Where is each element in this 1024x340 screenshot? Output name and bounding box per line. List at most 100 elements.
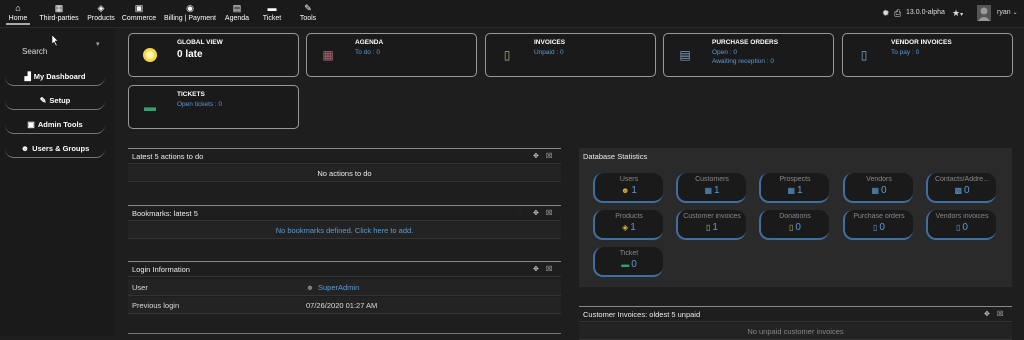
users-icon: ☻ [20,144,30,153]
home-icon: ⌂ [15,3,21,13]
search-select[interactable]: Search [22,47,47,56]
menu-ticket[interactable]: ▬ Ticket [259,3,285,25]
stat-value-row: ▯ 0 [845,222,913,233]
printer-icon[interactable]: ⎙ [894,4,904,22]
briefcase-icon: ▣ [134,3,144,13]
purchase-awaiting-link[interactable]: Awaiting reception : 0 [712,58,774,65]
stat-label: Products [615,213,643,220]
admin-tools-button[interactable]: ▣ Admin Tools [5,116,105,134]
menu-label: Tools [299,15,317,22]
user-icon: ☻ [621,186,630,195]
invoices-box[interactable]: ▯ INVOICES Unpaid : 0 [485,33,656,77]
global-view-box[interactable]: GLOBAL VIEW 0 late [128,33,299,77]
menu-tools[interactable]: ✎ Tools [296,3,320,25]
menu-billing[interactable]: ◉ Billing | Payment [163,3,217,25]
menu-products[interactable]: ◈ Products [86,3,116,25]
close-icon[interactable]: ☒ [546,206,552,222]
vendor-invoices-box[interactable]: ▯ VENDOR INVOICES To pay : 0 [842,33,1013,77]
add-bookmark-link[interactable]: No bookmarks defined. Click here to add. [128,222,561,239]
bookmark-star-icon[interactable]: ★▾ [952,4,970,22]
user-link[interactable]: SuperAdmin [318,279,359,296]
cube-icon: ◈ [622,223,629,232]
purchase-orders-box[interactable]: ▤ PURCHASE ORDERS Open : 0 Awaiting rece… [663,33,834,77]
stat-tile[interactable]: Purchase orders ▯ 0 [843,210,913,240]
move-icon[interactable]: ✥ [533,262,539,278]
close-icon[interactable]: ☒ [546,262,552,278]
stat-tile[interactable]: Vendors ▦ 0 [843,173,913,203]
stat-value: 0 [879,222,885,233]
move-icon[interactable]: ✥ [533,149,539,165]
bookmarks-panel-header: Bookmarks: latest 5 ◌ ✥ ☒ [128,205,561,221]
cube-icon: ◈ [97,3,105,13]
main-content: GLOBAL VIEW 0 late ▦ AGENDA To do : 0 ▯ … [117,28,1024,340]
menu-label: Home [8,15,28,22]
avatar[interactable] [977,4,993,22]
stat-tile[interactable]: Ticket ▬ 0 [593,247,663,277]
stat-tile[interactable]: Donations ▯ 0 [759,210,829,240]
tickets-box[interactable]: ▬ TICKETS Open tickets : 0 [128,85,299,129]
building-icon: ▦ [704,186,712,195]
late-count: 0 late [177,49,203,60]
login-user-row: User ☻ SuperAdmin [128,279,561,296]
user-icon: ☻ [306,283,314,292]
stat-tile[interactable]: Contacts/Addre... ▩ 0 [926,173,996,203]
stat-value: 0 [631,259,637,270]
menu-commerce[interactable]: ▣ Commerce [121,3,157,25]
stat-value-row: ▯ 0 [761,222,829,233]
box-title: PURCHASE ORDERS [712,39,779,46]
previous-login-row: Previous login 07/26/2020 01:27 AM [128,297,561,314]
bug-icon[interactable]: ✹ [882,4,892,22]
panel-title: Bookmarks: latest 5 [132,209,198,218]
my-dashboard-button[interactable]: ▟ My Dashboard [5,68,105,86]
order-icon: ▯ [873,223,878,232]
calendar-icon: ▦ [322,48,334,62]
invoices-unpaid-link[interactable]: Unpaid : 0 [534,49,564,56]
stat-label: Users [619,176,639,183]
mouse-cursor-icon [52,35,59,46]
stat-value: 0 [795,222,801,233]
agenda-todo-link[interactable]: To do : 0 [355,49,380,56]
settings-icon[interactable]: ◌ [518,206,522,222]
stat-tile[interactable]: Vendors invoices ▯ 0 [926,210,996,240]
stat-tile[interactable]: Products ◈ 1 [593,210,663,240]
box-title: INVOICES [534,39,566,46]
order-icon: ▤ [679,48,691,62]
ticket-icon: ▬ [144,100,156,114]
chevron-down-icon[interactable]: ▾ [96,40,100,48]
tickets-open-link[interactable]: Open tickets : 0 [177,101,222,108]
actions-panel-header: Latest 5 actions to do ✥ ☒ [128,148,561,164]
stat-label: Contacts/Addre... [934,176,990,183]
stat-label: Vendors [866,176,892,183]
database-statistics-panel: Database Statistics Users ☻ 1 Customers ▦ 1 Pr… [579,148,1012,287]
close-icon[interactable]: ☒ [997,307,1003,323]
setup-button[interactable]: ✎ Setup [5,92,105,110]
move-icon[interactable]: ✥ [984,307,990,323]
vendor-topay-link[interactable]: To pay : 0 [891,49,919,56]
stat-value: 0 [962,222,968,233]
version-label: 13.0.0-alpha [906,9,945,16]
move-icon[interactable]: ✥ [533,206,539,222]
user-menu[interactable]: ryan ⌄ [997,4,1021,22]
stat-label: Donations [779,213,811,220]
stat-value: 0 [964,185,970,196]
stat-tile[interactable]: Customer invoices ▯ 1 [676,210,746,240]
users-groups-button[interactable]: ☻ Users & Groups [5,140,105,158]
donation-icon: ▯ [789,223,794,232]
briefcase-icon: ▣ [27,120,35,129]
stat-value-row: ☻ 1 [595,185,663,196]
stat-tile[interactable]: Prospects ▦ 1 [759,173,829,203]
stat-value: 1 [714,185,720,196]
menu-label: Ticket [262,15,282,22]
agenda-box[interactable]: ▦ AGENDA To do : 0 [306,33,477,77]
menu-home[interactable]: ⌂ Home [6,3,30,25]
stat-tile[interactable]: Users ☻ 1 [593,173,663,203]
login-panel-header: Login Information ✥ ☒ [128,261,561,277]
menu-third-parties[interactable]: ▦ Third-parties [38,3,80,25]
stat-label: Ticket [619,250,639,257]
stat-tile[interactable]: Customers ▦ 1 [676,173,746,203]
customer-invoices-panel-header: Customer Invoices: oldest 5 unpaid ✥ ☒ [579,306,1012,322]
menu-agenda[interactable]: ▤ Agenda [223,3,251,25]
close-icon[interactable]: ☒ [546,149,552,165]
purchase-open-link[interactable]: Open : 0 [712,49,737,56]
stat-value-row: ▦ 0 [845,185,913,196]
